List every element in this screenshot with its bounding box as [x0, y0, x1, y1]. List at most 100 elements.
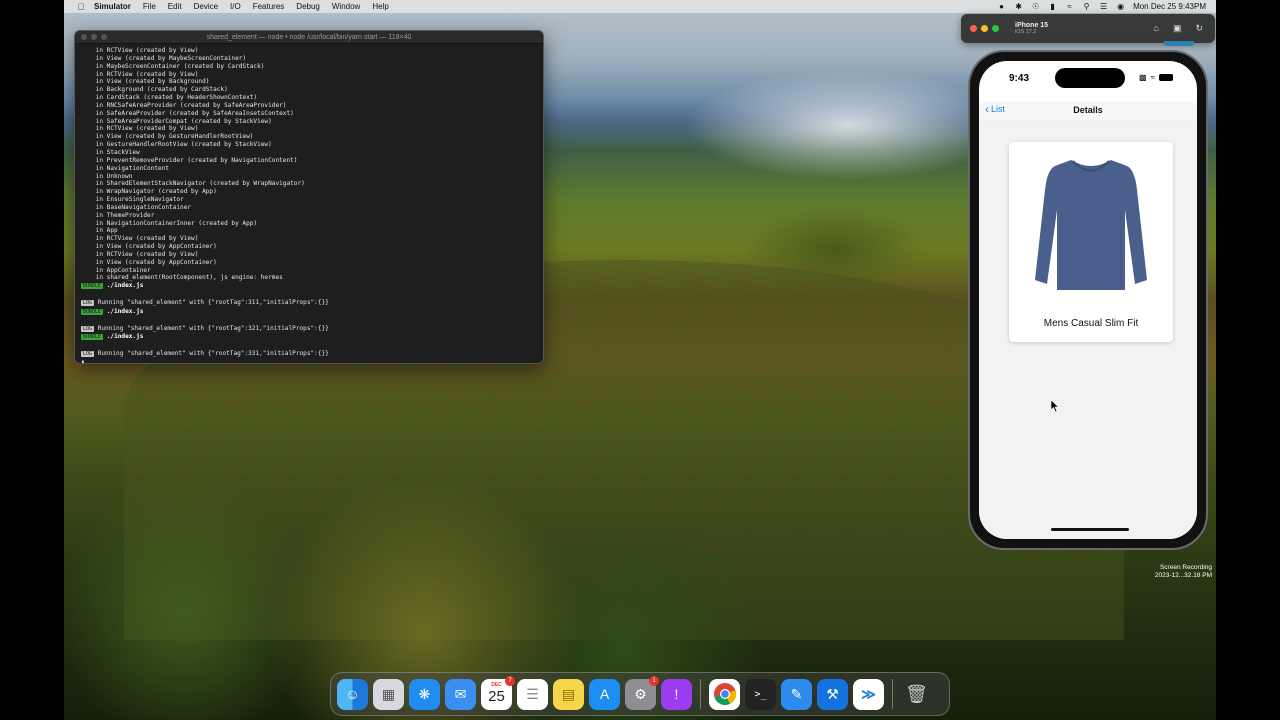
- bundle-line: BUNDLE ./index.js: [81, 282, 537, 291]
- vscode-icon[interactable]: ≫: [853, 678, 884, 710]
- xcode-icon[interactable]: ⚒: [817, 678, 848, 710]
- simulator-icon[interactable]: ✎: [781, 678, 812, 710]
- feedback-icon[interactable]: !: [661, 678, 692, 710]
- home-icon[interactable]: ⌂: [1154, 23, 1159, 34]
- rotate-icon[interactable]: ↻: [1195, 23, 1203, 34]
- menu-features[interactable]: Features: [253, 2, 285, 11]
- terminal-icon[interactable]: >_: [745, 678, 776, 710]
- terminal-line: in WrapNavigator (created by App): [81, 188, 217, 196]
- menu-file[interactable]: File: [143, 2, 156, 11]
- window-tab: [1164, 41, 1194, 46]
- terminal-titlebar[interactable]: shared_element — node • node /usr/local/…: [75, 31, 543, 44]
- apple-menu-icon[interactable]: : [76, 2, 86, 12]
- app-store-icon[interactable]: A: [589, 678, 620, 710]
- wifi-icon[interactable]: ≈: [1065, 2, 1074, 11]
- terminal-line: in App: [81, 227, 118, 235]
- device-os: iOS 17.2: [1015, 29, 1037, 35]
- close-button[interactable]: [970, 25, 977, 32]
- calendar-icon[interactable]: DEC 25 7: [481, 675, 515, 710]
- terminal-line: in BaseNavigationContainer: [81, 203, 192, 211]
- log-line: LOG Running "shared_element" with {"root…: [81, 299, 537, 308]
- mail-icon[interactable]: ✉: [445, 678, 476, 710]
- terminal-line: in View (created by GestureHandlerRootVi…: [81, 133, 254, 141]
- log-tag: LOG: [81, 300, 95, 306]
- product-card[interactable]: Mens Casual Slim Fit: [1009, 142, 1173, 342]
- mouse-cursor-icon: [1051, 400, 1059, 412]
- safari-icon[interactable]: ❋: [409, 678, 440, 710]
- menu-window[interactable]: Window: [332, 2, 360, 11]
- zoom-button[interactable]: [992, 25, 999, 32]
- terminal-line: in shared_element(RootComponent), js eng…: [81, 274, 283, 282]
- terminal-line: in View (created by MaybeScreenContainer…: [81, 54, 247, 62]
- iphone-frame: 9:43 ▩ ≈ ‹ List Details Mens Casual Slim…: [968, 50, 1208, 550]
- notes-icon[interactable]: ▤: [553, 678, 584, 710]
- recording-title: Screen Recording: [1159, 564, 1212, 571]
- home-indicator[interactable]: [1051, 528, 1129, 531]
- dock-separator: [892, 679, 893, 709]
- app-menu[interactable]: Simulator: [94, 2, 131, 11]
- log-tag: LOG: [81, 325, 95, 332]
- terminal-line: in SafeAreaProviderCompat (created by St…: [81, 117, 272, 125]
- terminal-line: in View (created by AppContainer): [81, 258, 217, 266]
- menu-clock[interactable]: Mon Dec 25 9:43PM: [1133, 2, 1206, 11]
- airdrop-icon[interactable]: ☉: [1031, 2, 1040, 11]
- bundle-file: ./index.js: [106, 282, 144, 290]
- terminal-line: in StackView: [81, 148, 140, 156]
- terminal-line: in AppContainer: [81, 266, 151, 274]
- screenshot-icon[interactable]: ▣: [1173, 23, 1182, 34]
- recording-filename: 2023-12...32.18 PM: [1154, 572, 1212, 579]
- device-info: iPhone 15 iOS 17.2: [1015, 22, 1048, 35]
- terminal-line: in NavigationContent: [81, 164, 170, 172]
- record-icon[interactable]: ●: [997, 2, 1006, 11]
- device-name: iPhone 15: [1015, 22, 1049, 29]
- menu-io[interactable]: I/O: [230, 2, 241, 11]
- terminal-output[interactable]: in RCTView (created by View) in View (cr…: [75, 44, 543, 363]
- dock: ☺ ▦ ❋ ✉ DEC 25 7 ☰ ▤ A ⚙ 1 ! >_ ✎ ⚒ ≫ 🗑: [330, 672, 950, 716]
- terminal-line: in RCTView (created by View): [81, 235, 199, 243]
- phone-screen[interactable]: 9:43 ▩ ≈ ‹ List Details Mens Casual Slim…: [979, 61, 1197, 539]
- wallpaper-fog: [684, 70, 1014, 180]
- terminal-line: in MaybeScreenContainer (created by Card…: [81, 62, 265, 70]
- minimize-button[interactable]: [981, 25, 988, 32]
- bluetooth-icon[interactable]: ✱: [1014, 2, 1023, 11]
- siri-icon[interactable]: ◉: [1116, 2, 1125, 11]
- chrome-icon[interactable]: [709, 678, 740, 710]
- finder-icon[interactable]: ☺: [337, 678, 368, 710]
- search-icon[interactable]: ⚲: [1082, 2, 1091, 11]
- control-center-icon[interactable]: ☰: [1099, 2, 1108, 11]
- menu-debug[interactable]: Debug: [296, 2, 320, 11]
- terminal-window[interactable]: shared_element — node • node /usr/local/…: [74, 30, 544, 364]
- chrome-logo: [713, 683, 736, 705]
- trash-icon[interactable]: 🗑: [901, 679, 932, 710]
- menu-edit[interactable]: Edit: [168, 2, 182, 11]
- terminal-line: in View (created by Background): [81, 78, 210, 86]
- bundle-tag: BUNDLE: [81, 283, 104, 290]
- log-tag: LOG: [81, 351, 95, 358]
- simulator-toolbar[interactable]: iPhone 15 iOS 17.2 ⌂ ▣ ↻: [961, 14, 1215, 43]
- terminal-line: in Background (created by CardStack): [81, 86, 228, 94]
- bundle-tag: BUNDLE: [81, 308, 104, 315]
- menu-bar:  Simulator File Edit Device I/O Feature…: [64, 0, 1216, 13]
- terminal-title: shared_element — node • node /usr/local/…: [206, 33, 412, 41]
- battery-icon[interactable]: ▮: [1048, 2, 1057, 11]
- system-settings-icon[interactable]: ⚙ 1: [625, 675, 659, 710]
- reminders-icon[interactable]: ☰: [517, 678, 548, 710]
- calendar-day: 25: [488, 687, 505, 705]
- status-menus: ● ✱ ☉ ▮ ≈ ⚲ ☰ ◉ Mon Dec 25 9:43PM: [997, 2, 1216, 11]
- phone-time: 9:43: [1009, 73, 1030, 84]
- nav-title: Details: [1073, 105, 1103, 115]
- launchpad-icon[interactable]: ▦: [373, 678, 404, 710]
- bundle-line: BUNDLE ./index.js: [81, 308, 537, 317]
- terminal-line: in RNCSafeAreaProvider (created by SafeA…: [81, 101, 287, 109]
- terminal-line: in RCTView (created by View): [81, 47, 199, 54]
- screen-recording-label[interactable]: Screen Recording 2023-12...32.18 PM: [1142, 564, 1212, 580]
- terminal-line: in PreventRemoveProvider (created by Nav…: [81, 156, 298, 164]
- menu-help[interactable]: Help: [372, 2, 388, 11]
- terminal-line: in SharedElementStackNavigator (created …: [81, 180, 305, 188]
- menu-device[interactable]: Device: [194, 2, 218, 11]
- dock-separator: [700, 679, 701, 709]
- log-message: Running "shared_element" with {"rootTag"…: [97, 350, 329, 358]
- terminal-line: in RCTView (created by View): [81, 125, 199, 133]
